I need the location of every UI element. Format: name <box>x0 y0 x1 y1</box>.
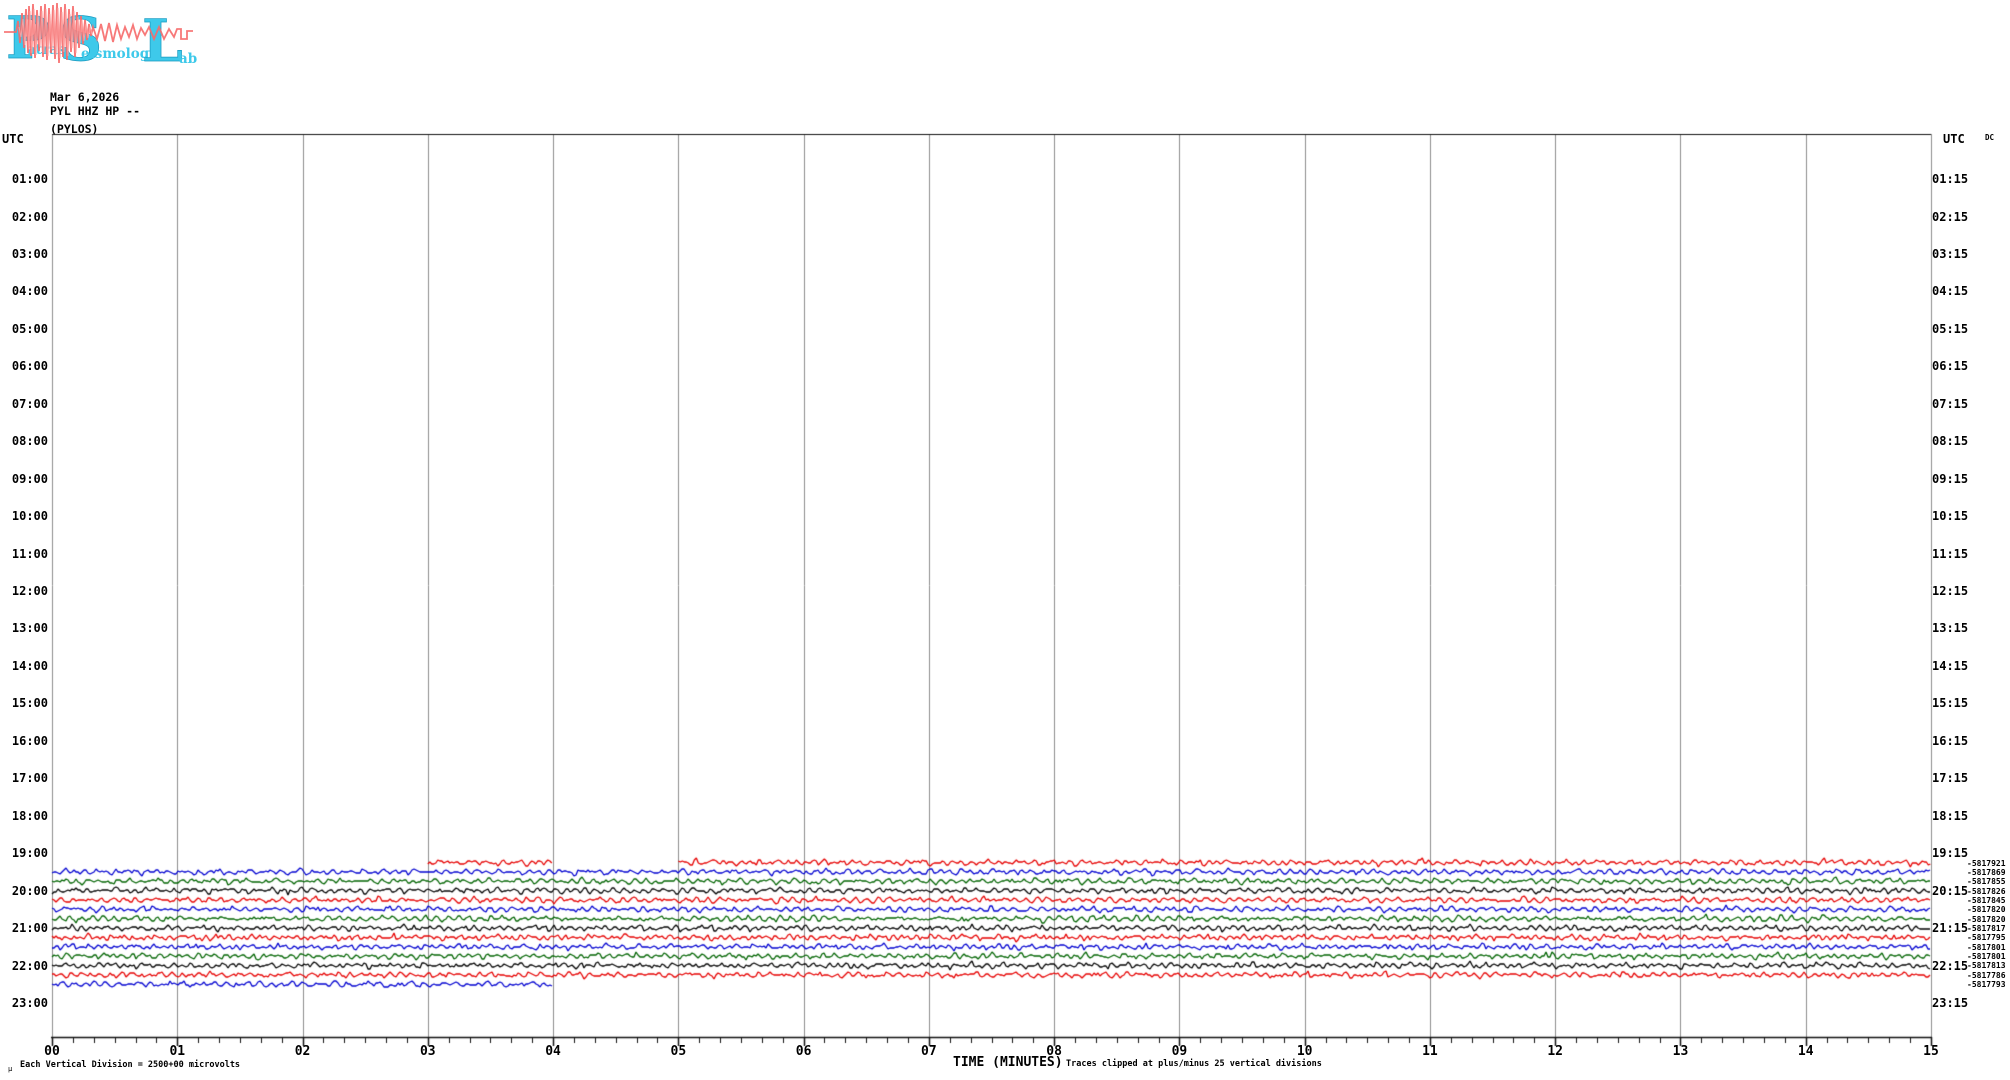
left-hour-label: 16:00 <box>2 734 48 748</box>
right-hour-label: 11:15 <box>1932 547 1978 561</box>
right-hour-label: 08:15 <box>1932 434 1978 448</box>
trace-value-label: -5817869 <box>1967 868 2006 877</box>
x-tick-label: 00 <box>30 1045 74 1059</box>
x-tick-label: 12 <box>1533 1045 1577 1059</box>
x-tick-label: 10 <box>1283 1045 1327 1059</box>
helicorder-page: P atras S eismology L ab Mar 6,2026 PYL … <box>0 0 2010 1080</box>
right-hour-label: 07:15 <box>1932 397 1978 411</box>
x-tick-label: 11 <box>1408 1045 1452 1059</box>
x-tick-label: 05 <box>656 1045 700 1059</box>
left-hour-label: 20:00 <box>2 884 48 898</box>
x-tick-label: 03 <box>406 1045 450 1059</box>
left-hour-label: 07:00 <box>2 397 48 411</box>
left-hour-label: 08:00 <box>2 434 48 448</box>
trace-value-label: -5817826 <box>1967 887 2006 896</box>
right-hour-label: 23:15 <box>1932 996 1978 1010</box>
clip-note: Traces clipped at plus/minus 25 vertical… <box>1066 1059 1322 1069</box>
trace-value-label: -5817786 <box>1967 971 2006 980</box>
right-hour-label: 05:15 <box>1932 322 1978 336</box>
trace-value-label: -5817820 <box>1967 915 2006 924</box>
x-tick-label: 04 <box>531 1045 575 1059</box>
trace-value-label: -5817795 <box>1967 933 2006 942</box>
x-tick-label: 13 <box>1658 1045 1702 1059</box>
left-hour-label: 15:00 <box>2 696 48 710</box>
left-hour-label: 06:00 <box>2 359 48 373</box>
right-hour-label: 04:15 <box>1932 284 1978 298</box>
x-tick-label: 07 <box>907 1045 951 1059</box>
right-hour-label: 03:15 <box>1932 247 1978 261</box>
x-tick-label: 06 <box>782 1045 826 1059</box>
left-hour-label: 23:00 <box>2 996 48 1010</box>
left-hour-label: 18:00 <box>2 809 48 823</box>
right-hour-label: 14:15 <box>1932 659 1978 673</box>
trace-value-label: -5817813 <box>1967 961 2006 970</box>
left-hour-label: 09:00 <box>2 472 48 486</box>
left-hour-label: 11:00 <box>2 547 48 561</box>
left-hour-label: 21:00 <box>2 921 48 935</box>
right-hour-label: 13:15 <box>1932 621 1978 635</box>
vertical-division-note: Each Vertical Division = 2500+00 microvo… <box>20 1060 240 1070</box>
x-axis-title: TIME (MINUTES) <box>953 1055 1063 1070</box>
right-hour-label: 18:15 <box>1932 809 1978 823</box>
right-hour-label: 17:15 <box>1932 771 1978 785</box>
trace-value-label: -5817801 <box>1967 943 2006 952</box>
trace-value-label: -5817817 <box>1967 924 2006 933</box>
trace-value-label: -5817921 <box>1967 859 2006 868</box>
left-hour-label: 02:00 <box>2 210 48 224</box>
trace-value-label: -5817820 <box>1967 905 2006 914</box>
trace-value-label: -5817855 <box>1967 877 2006 886</box>
left-hour-label: 17:00 <box>2 771 48 785</box>
right-hour-label: 06:15 <box>1932 359 1978 373</box>
x-tick-label: 15 <box>1909 1045 1953 1059</box>
right-hour-label: 12:15 <box>1932 584 1978 598</box>
right-hour-label: 01:15 <box>1932 172 1978 186</box>
right-hour-label: 09:15 <box>1932 472 1978 486</box>
left-hour-label: 03:00 <box>2 247 48 261</box>
x-tick-label: 01 <box>155 1045 199 1059</box>
footer-mark: μ <box>8 1066 12 1073</box>
x-tick-label: 09 <box>1157 1045 1201 1059</box>
right-hour-label: 16:15 <box>1932 734 1978 748</box>
left-hour-label: 14:00 <box>2 659 48 673</box>
left-hour-label: 01:00 <box>2 172 48 186</box>
right-hour-label: 10:15 <box>1932 509 1978 523</box>
right-hour-label: 15:15 <box>1932 696 1978 710</box>
left-hour-label: 12:00 <box>2 584 48 598</box>
left-hour-label: 22:00 <box>2 959 48 973</box>
left-hour-label: 13:00 <box>2 621 48 635</box>
left-hour-label: 05:00 <box>2 322 48 336</box>
left-hour-label: 10:00 <box>2 509 48 523</box>
right-hour-label: 02:15 <box>1932 210 1978 224</box>
left-hour-label: 19:00 <box>2 846 48 860</box>
x-tick-label: 02 <box>281 1045 325 1059</box>
x-tick-label: 14 <box>1784 1045 1828 1059</box>
trace-value-label: -5817801 <box>1967 952 2006 961</box>
axis-labels-layer: 01:00 02:00 03:00 04:00 05:00 06:00 07:00 08:00… <box>0 0 2010 1080</box>
left-hour-label: 04:00 <box>2 284 48 298</box>
trace-value-label: -5817793 <box>1967 980 2006 989</box>
trace-value-label: -5817845 <box>1967 896 2006 905</box>
